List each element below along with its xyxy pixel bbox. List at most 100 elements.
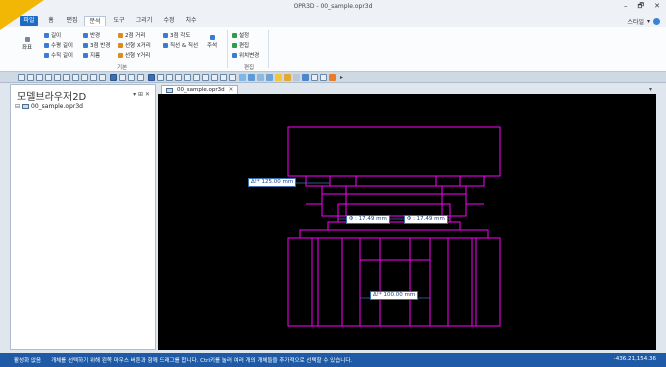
tree-item-root[interactable]: ⊟ 00_sample.opr3d — [15, 103, 83, 110]
maximize-button[interactable]: 🗗 — [638, 2, 645, 13]
layer-mid-icon[interactable] — [266, 74, 273, 81]
offset-tool-icon[interactable] — [166, 74, 173, 81]
dimension-label-top[interactable]: Δ!* 125.00 mm — [248, 178, 297, 187]
side-view-icon[interactable] — [81, 74, 88, 81]
menu-modify[interactable]: 수정 — [161, 16, 177, 26]
top-right-tab — [459, 175, 485, 187]
vertical-length-button[interactable]: 수직 길이 — [44, 51, 73, 59]
minimize-button[interactable]: – — [624, 2, 628, 13]
ellipse-tool-icon[interactable] — [157, 74, 164, 81]
line-y-distance-icon — [118, 52, 123, 58]
line-to-line-icon — [163, 42, 168, 48]
edit-button[interactable]: 편집 — [232, 41, 249, 49]
vertical-length-icon — [44, 52, 49, 58]
top-left-tab — [305, 175, 331, 187]
line-x-distance-button[interactable]: 선형 X거리 — [118, 41, 151, 49]
frame-tool-icon[interactable] — [311, 74, 318, 81]
arc-tool-icon[interactable] — [128, 74, 135, 81]
radius-icon — [83, 32, 88, 38]
three-point-angle-button[interactable]: 3점 각도 — [163, 31, 190, 39]
three-point-radius-button[interactable]: 3점 반경 — [83, 41, 110, 49]
two-point-distance-icon — [118, 32, 123, 38]
trim-tool-icon[interactable] — [175, 74, 182, 81]
menu-home[interactable]: 홈 — [44, 16, 58, 26]
front-view-icon[interactable] — [72, 74, 79, 81]
layer-yellow-icon[interactable] — [275, 74, 282, 81]
close-icon[interactable]: ✕ — [229, 87, 234, 93]
quick-toolbar: ▸ — [0, 72, 666, 83]
two-point-distance-button[interactable]: 2점 거리 — [118, 31, 145, 39]
menu-analysis[interactable]: 분석 — [84, 16, 106, 26]
drawing-canvas[interactable]: Δ!* 125.00 mm Φ : 17.49 mm Φ : 17.49 mm … — [158, 94, 656, 350]
status-activation: 활성화 없음 — [14, 358, 42, 364]
zoom-fit-icon[interactable] — [54, 74, 61, 81]
menu-edit[interactable]: 편집 — [64, 16, 80, 26]
iso-view-icon[interactable] — [99, 74, 106, 81]
length-button[interactable]: 길이 — [44, 31, 61, 39]
settings-button[interactable]: 설정 — [232, 31, 249, 39]
top-center-tab — [355, 175, 437, 187]
ribbon: 좌표 길이 수평 길이 수직 길이 반경 3점 반경 지름 2점 거리 선형 X… — [0, 27, 666, 72]
chamfer-tool-icon[interactable] — [220, 74, 227, 81]
grid-tool-icon[interactable] — [320, 74, 327, 81]
layer-color-icon[interactable] — [239, 74, 246, 81]
zoom-tool-icon[interactable] — [36, 74, 43, 81]
fillet-tool-icon[interactable] — [211, 74, 218, 81]
circle-tool-icon[interactable] — [137, 74, 144, 81]
line-tool-icon[interactable] — [110, 74, 117, 81]
horizontal-length-button[interactable]: 수평 길이 — [44, 41, 73, 49]
settings-icon — [232, 32, 237, 38]
panel-controls[interactable]: ▾ ⊞ ✕ — [133, 91, 150, 98]
model-browser-panel: 모델브라우저2D ▾ ⊞ ✕ ⊟ 00_sample.opr3d — [10, 84, 156, 350]
radius-button[interactable]: 반경 — [83, 31, 100, 39]
select-tool-icon[interactable] — [18, 74, 25, 81]
top-view-icon[interactable] — [90, 74, 97, 81]
tree-item-label: 00_sample.opr3d — [31, 103, 83, 110]
mirror-tool-icon[interactable] — [193, 74, 200, 81]
menu-draw[interactable]: 그리기 — [133, 16, 155, 26]
line-x-distance-icon — [118, 42, 123, 48]
menu-tools[interactable]: 도구 — [111, 16, 127, 26]
document-tab[interactable]: 00_sample.opr3d ✕ — [161, 85, 239, 94]
document-tab-label: 00_sample.opr3d — [177, 87, 225, 93]
polyline-tool-icon[interactable] — [119, 74, 126, 81]
coord-button[interactable]: 좌표 — [22, 37, 32, 51]
snap-tool-icon[interactable] — [329, 74, 336, 81]
diameter-button[interactable]: 지름 — [83, 51, 100, 59]
layer-orange-icon[interactable] — [284, 74, 291, 81]
line-to-line-button[interactable]: 직선 & 직선 — [163, 41, 198, 49]
style-label[interactable]: 스타일 — [627, 17, 644, 26]
menu-dimension[interactable]: 치수 — [183, 16, 199, 26]
annotation-icon — [209, 35, 215, 40]
tab-menu-chevron-icon[interactable]: ▾ — [649, 86, 652, 93]
status-coordinates: -436.21,154.36 — [613, 356, 656, 362]
top-plate — [287, 126, 501, 177]
zoom-window-icon[interactable] — [45, 74, 52, 81]
horizontal-length-icon — [44, 42, 49, 48]
help-icon[interactable] — [653, 18, 660, 25]
rotate-view-icon[interactable] — [63, 74, 70, 81]
status-hint: 개체를 선택하기 위해 왼쪽 마우스 버튼과 함께 드래그를 합니다. Ctrl… — [51, 358, 353, 364]
three-point-angle-icon — [163, 32, 168, 38]
rectangle-tool-icon[interactable] — [148, 74, 155, 81]
style-menu[interactable]: 스타일 ▾ — [627, 17, 660, 26]
layer-light-icon[interactable] — [257, 74, 264, 81]
dimension-label-bottom[interactable]: Δ!* 100.00 mm — [370, 291, 419, 300]
layer-blue-icon[interactable] — [248, 74, 255, 81]
hatch-tool-icon[interactable] — [229, 74, 236, 81]
array-tool-icon[interactable] — [202, 74, 209, 81]
layer-gray-icon[interactable] — [293, 74, 300, 81]
leg-1 — [287, 237, 313, 327]
leg-6 — [475, 237, 501, 327]
pan-tool-icon[interactable] — [27, 74, 34, 81]
annotation-button[interactable]: 주석 — [207, 35, 217, 49]
toolbar-more-icon[interactable]: ▸ — [340, 74, 347, 81]
dimension-label-diameter-left[interactable]: Φ : 17.49 mm — [346, 215, 390, 224]
layer-dark-icon[interactable] — [302, 74, 309, 81]
extend-tool-icon[interactable] — [184, 74, 191, 81]
close-button[interactable]: ✕ — [654, 2, 660, 13]
move-position-button[interactable]: 위치변경 — [232, 51, 259, 59]
line-y-distance-button[interactable]: 선형 Y거리 — [118, 51, 150, 59]
tree-expander-icon[interactable]: ⊟ — [15, 103, 20, 110]
dimension-label-diameter-right[interactable]: Φ : 17.49 mm — [404, 215, 448, 224]
